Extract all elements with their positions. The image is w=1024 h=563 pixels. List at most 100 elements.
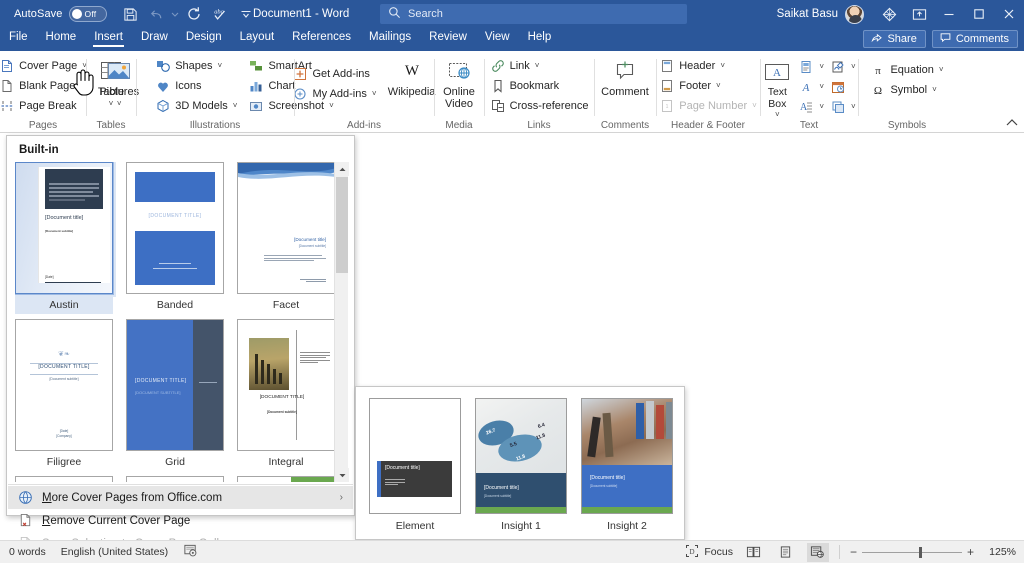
submenu-item-element[interactable]: [Document title] Element	[369, 398, 461, 539]
chevron-down-icon[interactable]: ˅	[233, 101, 238, 110]
chevron-down-icon[interactable]: ˅	[218, 61, 223, 70]
autosave-toggle[interactable]: Off	[69, 6, 107, 22]
tab-help[interactable]: Help	[519, 28, 561, 47]
autosave-control[interactable]: AutoSave Off	[14, 6, 107, 22]
chevron-down-icon[interactable]: ˅	[716, 81, 721, 90]
word-count-label[interactable]: 0 words	[9, 546, 46, 558]
account-button[interactable]: Saikat Basu	[777, 5, 864, 24]
chevron-down-icon[interactable]: ˅	[535, 61, 540, 70]
text-box-button[interactable]: A Text Box ˅	[760, 56, 794, 118]
wordart-button[interactable]: A ˅	[796, 77, 826, 96]
save-icon[interactable]	[119, 3, 143, 25]
maximize-icon[interactable]	[964, 0, 994, 28]
get-addins-button[interactable]: Get Add-ins	[288, 64, 380, 83]
accessibility-checker-icon[interactable]	[183, 543, 198, 561]
gallery-item-austin[interactable]: [Document title] [Document subtitle] [Da…	[15, 162, 113, 314]
gallery-item-grid[interactable]: [DOCUMENT TITLE] [DOCUMENT SUBTITLE] Gri…	[126, 319, 224, 471]
zoom-level-label[interactable]: 125%	[984, 546, 1016, 558]
my-addins-button[interactable]: My Add-ins ˅	[288, 84, 380, 103]
chevron-down-icon[interactable]: ˅	[775, 111, 780, 118]
undo-icon[interactable]	[145, 3, 169, 25]
scroll-up-arrow-icon[interactable]	[335, 162, 349, 176]
chevron-down-icon[interactable]: ˅	[720, 61, 725, 70]
header-button[interactable]: Header ˅	[655, 56, 761, 75]
web-layout-icon[interactable]	[807, 543, 829, 562]
share-button[interactable]: Share	[863, 30, 925, 48]
chevron-down-icon[interactable]: ˅	[819, 82, 824, 91]
tab-insert[interactable]: Insert	[85, 28, 132, 47]
signature-line-button[interactable]: ˅	[828, 57, 858, 76]
new-comment-button[interactable]: Comment	[597, 56, 653, 99]
submenu-item-insight-1[interactable]: 26.7 6.4 11.8 5.5 11.8 [Document title] …	[475, 398, 567, 539]
shapes-button[interactable]: Shapes ˅	[151, 56, 241, 75]
zoom-in-icon[interactable]: +	[967, 545, 974, 559]
tab-view[interactable]: View	[476, 28, 519, 47]
zoom-thumb[interactable]	[919, 547, 922, 558]
collapse-ribbon-chevron-icon[interactable]	[1006, 118, 1018, 130]
tab-review[interactable]: Review	[420, 28, 476, 47]
gallery-scrollbar-thumb[interactable]	[336, 177, 348, 273]
zoom-track[interactable]	[862, 552, 962, 553]
tab-file[interactable]: File	[0, 28, 37, 47]
gallery-item-facet[interactable]: [Document title] [Document subtitle] Fac…	[237, 162, 335, 314]
new-comment-label: Comment	[601, 87, 649, 99]
redo-icon[interactable]	[182, 3, 206, 25]
submenu-item-insight-2[interactable]: [Document title] [Document subtitle] Ins…	[581, 398, 673, 539]
tab-references[interactable]: References	[283, 28, 360, 47]
tab-home[interactable]: Home	[37, 28, 86, 47]
close-icon[interactable]	[994, 0, 1024, 28]
3d-models-button[interactable]: 3D Models ˅	[151, 96, 241, 115]
minimize-icon[interactable]	[934, 0, 964, 28]
gallery-item-partial[interactable]	[15, 476, 113, 482]
tab-mailings[interactable]: Mailings	[360, 28, 420, 47]
chevron-down-icon[interactable]: ˅	[851, 102, 856, 111]
date-time-button[interactable]	[828, 77, 858, 96]
chevron-down-icon[interactable]: ˅	[819, 62, 824, 71]
gallery-item-integral[interactable]: [DOCUMENT TITLE] [Document subtitle] Int…	[237, 319, 335, 471]
chevron-down-icon[interactable]: ˅	[117, 100, 122, 107]
ribbon-group-addins: Get Add-ins My Add-ins ˅ W Wikipedia	[294, 54, 434, 132]
footer-button[interactable]: Footer ˅	[655, 76, 761, 95]
spelling-check-icon[interactable]: abc	[208, 3, 232, 25]
drop-cap-button[interactable]: A ˅	[796, 97, 826, 116]
language-label[interactable]: English (United States)	[61, 546, 168, 558]
read-mode-icon[interactable]	[743, 543, 765, 562]
chevron-down-icon[interactable]: ˅	[939, 65, 944, 74]
chevron-down-icon[interactable]: ˅	[372, 89, 377, 98]
scroll-down-arrow-icon[interactable]	[335, 468, 349, 482]
tab-layout[interactable]: Layout	[231, 28, 284, 47]
chevron-down-icon[interactable]: ˅	[819, 102, 824, 111]
quick-parts-button[interactable]: ˅	[796, 57, 826, 76]
tab-design[interactable]: Design	[177, 28, 231, 47]
pictures-button[interactable]: Pictures ˅	[92, 56, 146, 107]
diamond-icon[interactable]	[874, 0, 904, 28]
zoom-out-icon[interactable]: −	[850, 545, 857, 559]
gallery-item-partial[interactable]	[126, 476, 224, 482]
focus-mode-button[interactable]: D Focus	[685, 544, 733, 561]
symbol-button[interactable]: Ω Symbol ˅	[866, 80, 947, 99]
object-button[interactable]: ˅	[828, 97, 858, 116]
gallery-scrollbar[interactable]	[334, 162, 348, 482]
online-video-button[interactable]: Online Video	[437, 56, 481, 110]
gallery-item-partial[interactable]	[237, 476, 335, 482]
undo-dropdown-chevron-icon[interactable]	[171, 3, 180, 25]
chevron-down-icon[interactable]: ˅	[851, 62, 856, 71]
cross-reference-button[interactable]: Cross-reference	[486, 96, 593, 115]
wikipedia-button[interactable]: W Wikipedia	[384, 56, 440, 99]
zoom-slider[interactable]: − +	[850, 545, 974, 559]
link-button[interactable]: Link ˅	[486, 56, 593, 75]
print-layout-icon[interactable]	[775, 543, 797, 562]
search-input[interactable]: Search	[380, 4, 687, 24]
menu-item-more-cover-pages[interactable]: More Cover Pages from Office.com ›	[8, 486, 353, 509]
menu-item-remove-current-cover-page[interactable]: Remove Current Cover Page	[8, 509, 353, 532]
comments-button[interactable]: Comments	[932, 30, 1018, 48]
chevron-down-icon[interactable]: ˅	[932, 85, 937, 94]
gallery-item-banded[interactable]: [DOCUMENT TITLE] Banded	[126, 162, 224, 314]
gallery-scroll-area[interactable]: [Document title] [Document subtitle] [Da…	[15, 162, 341, 482]
gallery-item-filigree[interactable]: ❦❧ [DOCUMENT TITLE] [Document subtitle] …	[15, 319, 113, 471]
ribbon-display-options-icon[interactable]	[904, 0, 934, 28]
equation-button[interactable]: π Equation ˅	[866, 60, 947, 79]
bookmark-button[interactable]: Bookmark	[486, 76, 593, 95]
icons-button[interactable]: Icons	[151, 76, 241, 95]
tab-draw[interactable]: Draw	[132, 28, 177, 47]
